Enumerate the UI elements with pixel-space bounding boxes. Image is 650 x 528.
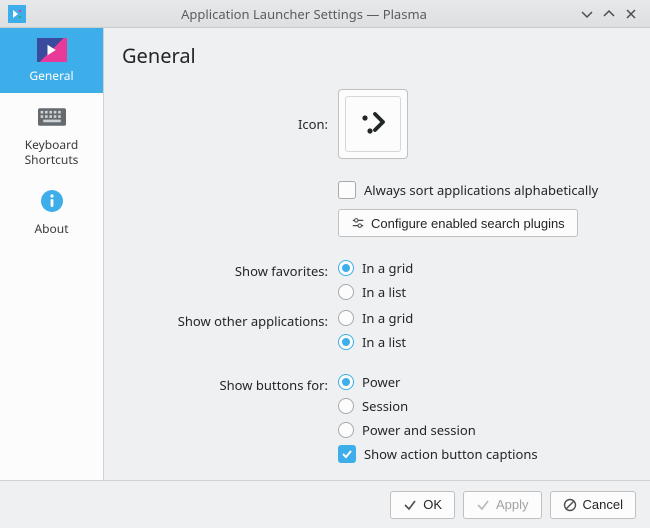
footer: OK Apply Cancel bbox=[0, 480, 650, 528]
maximize-button[interactable] bbox=[598, 3, 620, 25]
configure-plugins-label: Configure enabled search plugins bbox=[371, 216, 565, 231]
sidebar-item-keyboard-shortcuts[interactable]: Keyboard Shortcuts bbox=[0, 93, 103, 177]
show-buttons-label: Show buttons for: bbox=[122, 373, 338, 394]
close-button[interactable] bbox=[620, 3, 642, 25]
ok-button[interactable]: OK bbox=[390, 491, 455, 519]
icon-button[interactable] bbox=[338, 89, 408, 159]
sidebar-item-label: General bbox=[29, 68, 73, 83]
sidebar-item-general[interactable]: General bbox=[0, 28, 103, 93]
sidebar-item-label: About bbox=[34, 221, 68, 236]
captions-checkbox[interactable]: Show action button captions bbox=[338, 445, 626, 463]
page-title: General bbox=[122, 42, 626, 69]
apply-button[interactable]: Apply bbox=[463, 491, 542, 519]
keyboard-icon bbox=[38, 103, 66, 131]
sidebar-item-about[interactable]: About bbox=[0, 177, 103, 246]
titlebar: Application Launcher Settings — Plasma bbox=[0, 0, 650, 28]
other-grid-radio[interactable]: In a grid bbox=[338, 309, 626, 327]
always-sort-checkbox[interactable]: Always sort applications alphabetically bbox=[338, 181, 626, 199]
cancel-icon bbox=[563, 498, 577, 512]
favorites-grid-radio[interactable]: In a grid bbox=[338, 259, 626, 277]
check-icon bbox=[476, 498, 490, 512]
plasma-start-icon bbox=[353, 104, 393, 144]
sidebar-item-label: Keyboard Shortcuts bbox=[4, 137, 99, 167]
always-sort-label: Always sort applications alphabetically bbox=[364, 181, 598, 199]
other-list-radio[interactable]: In a list bbox=[338, 333, 626, 351]
window-title: Application Launcher Settings — Plasma bbox=[32, 5, 576, 23]
content-area: General Icon: bbox=[104, 28, 650, 480]
buttons-both-radio[interactable]: Power and session bbox=[338, 421, 626, 439]
favorites-list-radio[interactable]: In a list bbox=[338, 283, 626, 301]
sliders-icon bbox=[351, 216, 365, 230]
cancel-button[interactable]: Cancel bbox=[550, 491, 636, 519]
info-icon bbox=[38, 187, 66, 215]
configure-plugins-button[interactable]: Configure enabled search plugins bbox=[338, 209, 578, 237]
check-icon bbox=[403, 498, 417, 512]
sidebar: General Keyboard Shortcuts About bbox=[0, 28, 104, 480]
show-favorites-label: Show favorites: bbox=[122, 259, 338, 280]
icon-label: Icon: bbox=[122, 89, 338, 133]
captions-label: Show action button captions bbox=[364, 445, 538, 463]
launcher-icon bbox=[37, 38, 67, 62]
buttons-session-radio[interactable]: Session bbox=[338, 397, 626, 415]
buttons-power-radio[interactable]: Power bbox=[338, 373, 626, 391]
show-other-label: Show other applications: bbox=[122, 309, 338, 330]
app-icon bbox=[8, 5, 26, 23]
minimize-button[interactable] bbox=[576, 3, 598, 25]
